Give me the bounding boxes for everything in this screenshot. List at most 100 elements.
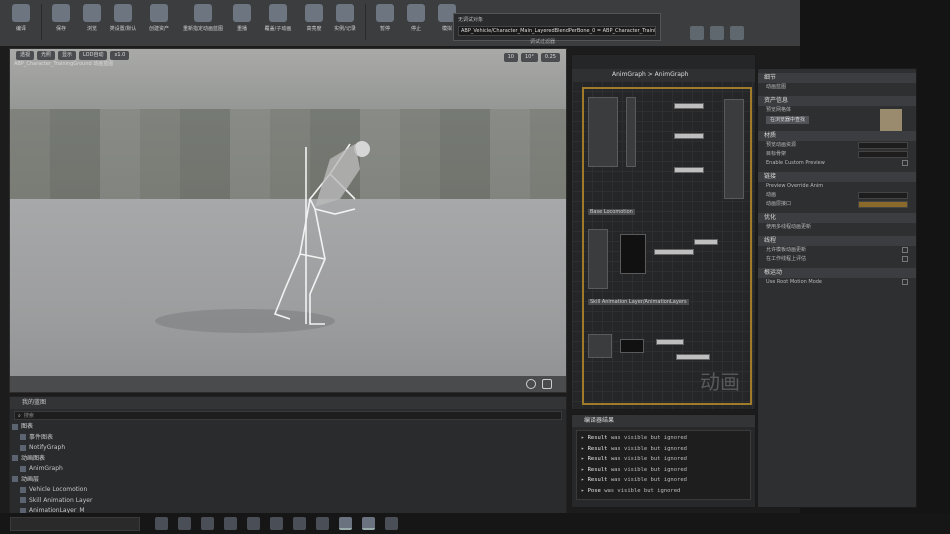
tree-item-event-graph[interactable]: 事件图表 — [10, 433, 566, 444]
animation-mode-icon[interactable] — [730, 26, 744, 40]
anim-graph-editor[interactable]: AnimGraph > AnimGraph Base Locomotion Sk… — [571, 54, 756, 410]
checkbox[interactable] — [902, 256, 908, 262]
app-icon[interactable] — [270, 517, 283, 530]
log-line[interactable]: ▸ Result was visible but ignored — [581, 444, 746, 455]
checkbox[interactable] — [902, 247, 908, 253]
browse-button[interactable]: 浏览 — [77, 4, 107, 44]
tree-item-notify-graph[interactable]: NotifyGraph — [10, 443, 566, 454]
tree-item-label: NotifyGraph — [29, 444, 66, 451]
graph-node[interactable] — [654, 249, 694, 255]
class-settings-button[interactable]: 类设置/默认 — [108, 4, 138, 44]
graph-node[interactable] — [588, 97, 618, 167]
log-line[interactable]: ▸ Result was visible but ignored — [581, 433, 746, 444]
details-field[interactable] — [858, 142, 908, 149]
override-button[interactable]: 覆盖/子动画 — [258, 4, 298, 44]
browser-icon[interactable] — [201, 517, 214, 530]
log-line[interactable]: ▸ Result was visible but ignored — [581, 454, 746, 465]
graph-node[interactable] — [588, 229, 608, 289]
graph-node[interactable] — [724, 99, 744, 199]
taskbar-search-input[interactable] — [10, 516, 140, 531]
graph-node[interactable] — [656, 339, 684, 345]
info-icon: ▸ — [581, 466, 588, 473]
tree-item-animgraph[interactable]: AnimGraph — [10, 464, 566, 475]
selected-comment-frame[interactable]: Base Locomotion Skill Animation Layer/An… — [582, 87, 752, 405]
debug-object-selector[interactable]: 无调试对象 ABP_Vehicle/Character_Main_Layered… — [453, 13, 661, 41]
details-section[interactable]: 根运动 — [758, 268, 916, 278]
graph-node[interactable] — [676, 354, 710, 360]
graph-node[interactable] — [620, 234, 646, 274]
replay-button[interactable]: 重播 — [227, 4, 257, 44]
details-section[interactable]: 链接 — [758, 172, 916, 182]
tree-item-label: 图表 — [21, 423, 34, 430]
app-icon[interactable] — [293, 517, 306, 530]
graph-breadcrumb[interactable]: AnimGraph > AnimGraph — [572, 69, 755, 81]
record-button[interactable]: 实例/记录 — [330, 4, 360, 44]
skeleton-mode-icon[interactable] — [690, 26, 704, 40]
details-section[interactable]: 优化 — [758, 213, 916, 223]
log-line[interactable]: ▸ Result was visible but ignored — [581, 475, 746, 486]
compiler-results-tab[interactable]: 编译器结果 — [572, 415, 755, 427]
details-field-highlighted[interactable] — [858, 201, 908, 208]
app-icon[interactable] — [316, 517, 329, 530]
retarget-button[interactable]: 重新指定动画蓝图 — [180, 4, 226, 44]
graph-node[interactable] — [674, 103, 704, 109]
mesh-mode-icon[interactable] — [710, 26, 724, 40]
details-section[interactable]: 资产信息 — [758, 96, 916, 106]
details-field[interactable] — [858, 192, 908, 199]
graph-icon — [20, 465, 26, 472]
compiler-results-list: ▸ Result was visible but ignored ▸ Resul… — [576, 430, 751, 500]
details-section[interactable]: 线程 — [758, 236, 916, 246]
highlight-button[interactable]: 高亮度 — [299, 4, 329, 44]
preview-viewport[interactable]: 透视 光照 显示 LOD自动 x1.0 10 10° 0.25 ABP_Char… — [9, 48, 567, 393]
find-in-browser-button[interactable]: 在浏览器中查找 — [766, 116, 810, 124]
preview-mesh-thumbnail[interactable] — [880, 109, 902, 131]
app-icon[interactable] — [385, 517, 398, 530]
tree-header-anim-layers[interactable]: 动画层 — [10, 475, 566, 486]
details-row: 预览动画资源 — [758, 141, 916, 150]
details-row-label: 动画层接口 — [766, 201, 792, 207]
log-text: was visible but ignored — [610, 456, 687, 462]
details-section[interactable]: 细节 — [758, 73, 916, 83]
log-line[interactable]: ▸ Result was visible but ignored — [581, 465, 746, 476]
unreal-engine-icon[interactable] — [362, 517, 375, 530]
app-icon[interactable] — [247, 517, 260, 530]
tree-item-skill-layer[interactable]: Skill Animation Layer — [10, 496, 566, 507]
create-asset-button[interactable]: 创建资产 — [139, 4, 179, 44]
my-blueprint-tab[interactable]: 我的蓝图 — [10, 397, 566, 409]
viewport-timeline[interactable] — [10, 376, 566, 392]
graph-node[interactable] — [620, 339, 644, 353]
task-view-icon[interactable] — [155, 517, 168, 530]
play-icon[interactable] — [526, 379, 536, 389]
save-button[interactable]: 保存 — [46, 4, 76, 44]
loop-icon[interactable] — [542, 379, 552, 389]
checkbox[interactable] — [902, 160, 908, 166]
pause-button[interactable]: 暂停 — [370, 4, 400, 44]
save-icon — [52, 4, 70, 22]
graph-node[interactable] — [674, 133, 704, 139]
edge-icon[interactable] — [224, 517, 237, 530]
compile-button[interactable]: 编译 — [6, 4, 36, 44]
tree-header-anim-graphs[interactable]: 动画图表 — [10, 454, 566, 465]
details-row: Preview Override Anim — [758, 182, 916, 191]
unreal-engine-icon[interactable] — [339, 517, 352, 530]
log-line[interactable]: ▸ Pose was visible but ignored — [581, 486, 746, 497]
details-row-label: 预览动画资源 — [766, 142, 797, 148]
search-placeholder: 搜索 — [23, 413, 34, 419]
graph-node[interactable] — [626, 97, 636, 167]
blueprint-search-input[interactable]: ⌕ 搜索 — [14, 411, 562, 420]
character-shadow — [155, 309, 335, 333]
create-asset-icon — [150, 4, 168, 22]
details-row: 预览网格体 — [758, 106, 916, 131]
graph-node[interactable] — [674, 167, 704, 173]
checkbox[interactable] — [902, 279, 908, 285]
graph-node[interactable] — [588, 334, 612, 358]
tree-item-vehicle-locomotion[interactable]: Vehicle Locomotion — [10, 485, 566, 496]
stop-button[interactable]: 停止 — [401, 4, 431, 44]
graph-node[interactable] — [694, 239, 718, 245]
details-section[interactable]: 材质 — [758, 131, 916, 141]
file-explorer-icon[interactable] — [178, 517, 191, 530]
details-field[interactable] — [858, 151, 908, 158]
tree-header-graphs[interactable]: 图表 — [10, 422, 566, 433]
graph-watermark: 动画 — [700, 370, 740, 394]
override-label: 覆盖/子动画 — [264, 26, 292, 32]
